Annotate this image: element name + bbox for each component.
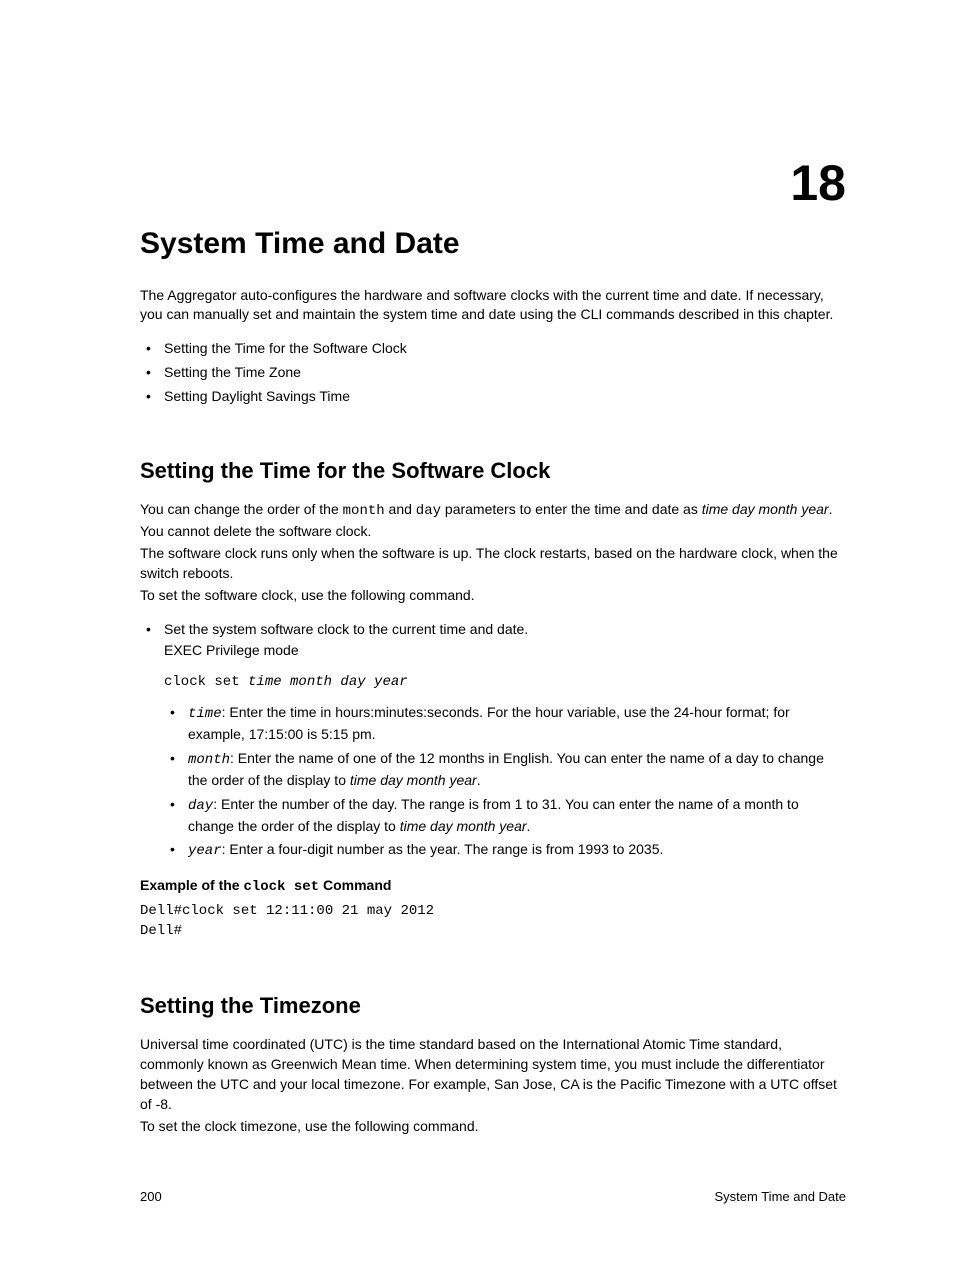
section-heading: Setting the Time for the Software Clock <box>140 455 846 486</box>
param-name: day <box>188 798 213 814</box>
intro-paragraph: The Aggregator auto-configures the hardw… <box>140 286 846 326</box>
list-item: Setting Daylight Savings Time <box>140 387 846 407</box>
page-footer: 200 System Time and Date <box>140 1188 846 1206</box>
param-item: time: Enter the time in hours:minutes:se… <box>164 703 846 745</box>
param-item: month: Enter the name of one of the 12 m… <box>164 749 846 791</box>
list-item: Setting the Time Zone <box>140 363 846 383</box>
list-item: Setting the Time for the Software Clock <box>140 339 846 359</box>
footer-section-title: System Time and Date <box>715 1188 847 1206</box>
mode-label: EXEC Privilege mode <box>164 641 846 661</box>
param-item: year: Enter a four-digit number as the y… <box>164 840 846 862</box>
inline-italic: time day month year <box>702 501 829 517</box>
body-paragraph: You can change the order of the month an… <box>140 500 846 542</box>
topic-list: Setting the Time for the Software Clock … <box>140 339 846 407</box>
code-block: Dell#clock set 12:11:00 21 may 2012 Dell… <box>140 902 846 942</box>
inline-code: month <box>343 503 385 519</box>
body-paragraph: To set the clock timezone, use the follo… <box>140 1117 846 1137</box>
inline-code: day <box>416 503 441 519</box>
param-name: month <box>188 752 230 768</box>
step-list: Set the system software clock to the cur… <box>140 620 846 863</box>
param-item: day: Enter the number of the day. The ra… <box>164 795 846 837</box>
param-name: time <box>188 706 222 722</box>
section-heading: Setting the Timezone <box>140 990 846 1021</box>
body-paragraph: The software clock runs only when the so… <box>140 544 846 584</box>
chapter-number: 18 <box>790 148 846 219</box>
page-title: System Time and Date <box>140 223 846 266</box>
page-number: 200 <box>140 1188 162 1206</box>
body-paragraph: To set the software clock, use the follo… <box>140 586 846 606</box>
command-line: clock set time month day year <box>164 673 846 693</box>
param-name: year <box>188 843 222 859</box>
param-list: time: Enter the time in hours:minutes:se… <box>164 703 846 862</box>
example-title: Example of the clock set Command <box>140 876 846 898</box>
list-item: Set the system software clock to the cur… <box>140 620 846 863</box>
body-paragraph: Universal time coordinated (UTC) is the … <box>140 1035 846 1115</box>
inline-code: clock set <box>243 879 319 895</box>
